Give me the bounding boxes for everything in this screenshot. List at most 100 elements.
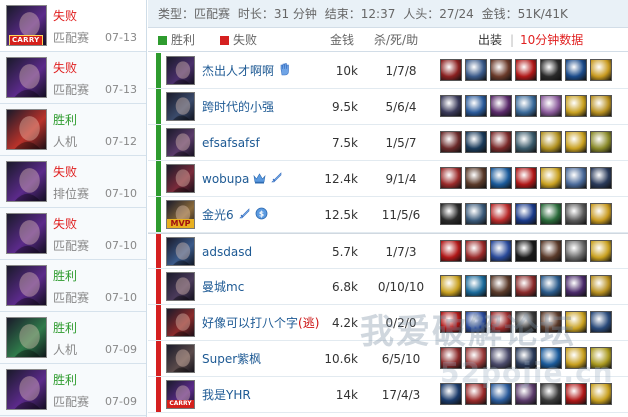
history-date: 07-13 xyxy=(105,31,137,44)
tab-build[interactable]: 出装 xyxy=(478,29,502,52)
tab-ten-min-data[interactable]: 10分钟数据 xyxy=(520,29,583,52)
item-icon[interactable] xyxy=(540,203,562,225)
history-date: 07-12 xyxy=(105,135,137,148)
watermark-text: 我爱破解论坛 xyxy=(360,312,576,352)
item-icon[interactable] xyxy=(515,95,537,117)
history-mode: 匹配赛 xyxy=(53,291,90,305)
champion-avatar xyxy=(6,265,47,306)
champion-icon xyxy=(166,237,195,266)
item-icon[interactable] xyxy=(590,240,612,262)
history-item[interactable]: 失败 匹配赛 07-10 xyxy=(0,208,146,260)
player-name[interactable]: Super紫枫 xyxy=(202,341,261,377)
item-icon[interactable] xyxy=(490,167,512,189)
item-icon[interactable] xyxy=(540,95,562,117)
player-name[interactable]: 金光6 $ xyxy=(202,197,268,234)
item-icon[interactable] xyxy=(565,167,587,189)
player-name[interactable]: efsafsafsf xyxy=(202,125,260,161)
item-icon[interactable] xyxy=(540,131,562,153)
item-icon[interactable] xyxy=(590,311,612,333)
item-icon[interactable] xyxy=(515,59,537,81)
item-icon[interactable] xyxy=(590,275,612,297)
item-icon[interactable] xyxy=(490,95,512,117)
item-icon[interactable] xyxy=(440,59,462,81)
item-icon[interactable] xyxy=(540,275,562,297)
history-item[interactable]: 胜利 人机 07-09 xyxy=(0,312,146,364)
item-icon[interactable] xyxy=(490,240,512,262)
item-icon[interactable] xyxy=(565,131,587,153)
champion-icon xyxy=(166,128,195,157)
history-item[interactable]: CARRY 失败 匹配赛 07-13 xyxy=(0,0,146,52)
item-icon[interactable] xyxy=(540,167,562,189)
item-icon[interactable] xyxy=(440,131,462,153)
player-name[interactable]: adsdasd xyxy=(202,234,252,270)
player-row[interactable]: 曼城mc 6.8k 0/10/10 xyxy=(148,269,628,305)
history-date: 07-13 xyxy=(105,83,137,96)
player-row[interactable]: wobupa 12.4k 9/1/4 xyxy=(148,161,628,197)
player-gold: 10.6k xyxy=(324,352,358,366)
item-icon[interactable] xyxy=(515,275,537,297)
player-name[interactable]: wobupa xyxy=(202,161,283,198)
item-icon[interactable] xyxy=(565,95,587,117)
player-name-text: 金光6 xyxy=(202,208,234,222)
item-icon[interactable] xyxy=(440,203,462,225)
player-name[interactable]: 杰出人才啊啊 xyxy=(202,53,292,90)
item-icon[interactable] xyxy=(465,95,487,117)
item-icon[interactable] xyxy=(515,131,537,153)
item-icon[interactable] xyxy=(540,59,562,81)
player-row[interactable]: 杰出人才啊啊 10k 1/7/8 xyxy=(148,53,628,89)
item-icon[interactable] xyxy=(515,240,537,262)
item-icon[interactable] xyxy=(590,131,612,153)
history-item[interactable]: 胜利 人机 07-12 xyxy=(0,104,146,156)
item-icon[interactable] xyxy=(465,240,487,262)
item-icon[interactable] xyxy=(515,203,537,225)
champion-icon: MVP xyxy=(166,200,195,229)
item-icon[interactable] xyxy=(590,167,612,189)
history-item[interactable]: 失败 匹配赛 07-13 xyxy=(0,52,146,104)
item-icon[interactable] xyxy=(465,203,487,225)
item-icon[interactable] xyxy=(440,240,462,262)
player-name[interactable]: 曼城mc xyxy=(202,269,244,305)
item-icon[interactable] xyxy=(565,203,587,225)
player-gold: 6.8k xyxy=(331,280,358,294)
player-name[interactable]: 好像可以打八个字(逃) xyxy=(202,305,319,341)
player-kda: 1/7/8 xyxy=(385,64,417,78)
player-gold: 4.2k xyxy=(331,316,358,330)
item-icon[interactable] xyxy=(465,131,487,153)
player-row[interactable]: MVP 金光6 $12.5k 11/5/6 xyxy=(148,197,628,233)
item-icon[interactable] xyxy=(465,275,487,297)
item-icon[interactable] xyxy=(465,59,487,81)
player-name[interactable]: 跨时代的小强 xyxy=(202,89,274,125)
item-icon[interactable] xyxy=(590,203,612,225)
player-kda: 9/1/4 xyxy=(385,172,417,186)
player-name-text: 杰出人才啊啊 xyxy=(202,64,275,78)
player-row[interactable]: efsafsafsf 7.5k 1/5/7 xyxy=(148,125,628,161)
mvp-badge: MVP xyxy=(167,219,194,228)
player-row[interactable]: 跨时代的小强 9.5k 5/6/4 xyxy=(148,89,628,125)
item-icon[interactable] xyxy=(565,275,587,297)
item-icon[interactable] xyxy=(465,167,487,189)
item-icon[interactable] xyxy=(490,203,512,225)
player-name[interactable]: 我是YHR xyxy=(202,377,251,413)
item-icon[interactable] xyxy=(515,167,537,189)
history-date: 07-10 xyxy=(105,291,137,304)
item-icon[interactable] xyxy=(490,59,512,81)
player-row[interactable]: adsdasd 5.7k 1/7/3 xyxy=(148,233,628,269)
item-icon[interactable] xyxy=(440,95,462,117)
player-gold: 12.5k xyxy=(324,208,358,222)
player-name-text: adsdasd xyxy=(202,245,253,259)
item-icon[interactable] xyxy=(565,59,587,81)
history-result: 胜利 xyxy=(53,269,78,283)
item-icon[interactable] xyxy=(490,131,512,153)
item-icon[interactable] xyxy=(440,275,462,297)
history-item[interactable]: 胜利 匹配赛 07-09 xyxy=(0,364,146,416)
item-icon[interactable] xyxy=(540,240,562,262)
item-icon[interactable] xyxy=(590,59,612,81)
item-icon[interactable] xyxy=(490,275,512,297)
match-type: 类型：匹配赛 xyxy=(158,7,231,21)
col-kda: 杀/死/助 xyxy=(374,33,419,47)
history-item[interactable]: 失败 排位赛 07-10 xyxy=(0,156,146,208)
item-icon[interactable] xyxy=(440,167,462,189)
history-item[interactable]: 胜利匹配赛 07-10 xyxy=(0,260,146,312)
item-icon[interactable] xyxy=(565,240,587,262)
item-icon[interactable] xyxy=(590,95,612,117)
